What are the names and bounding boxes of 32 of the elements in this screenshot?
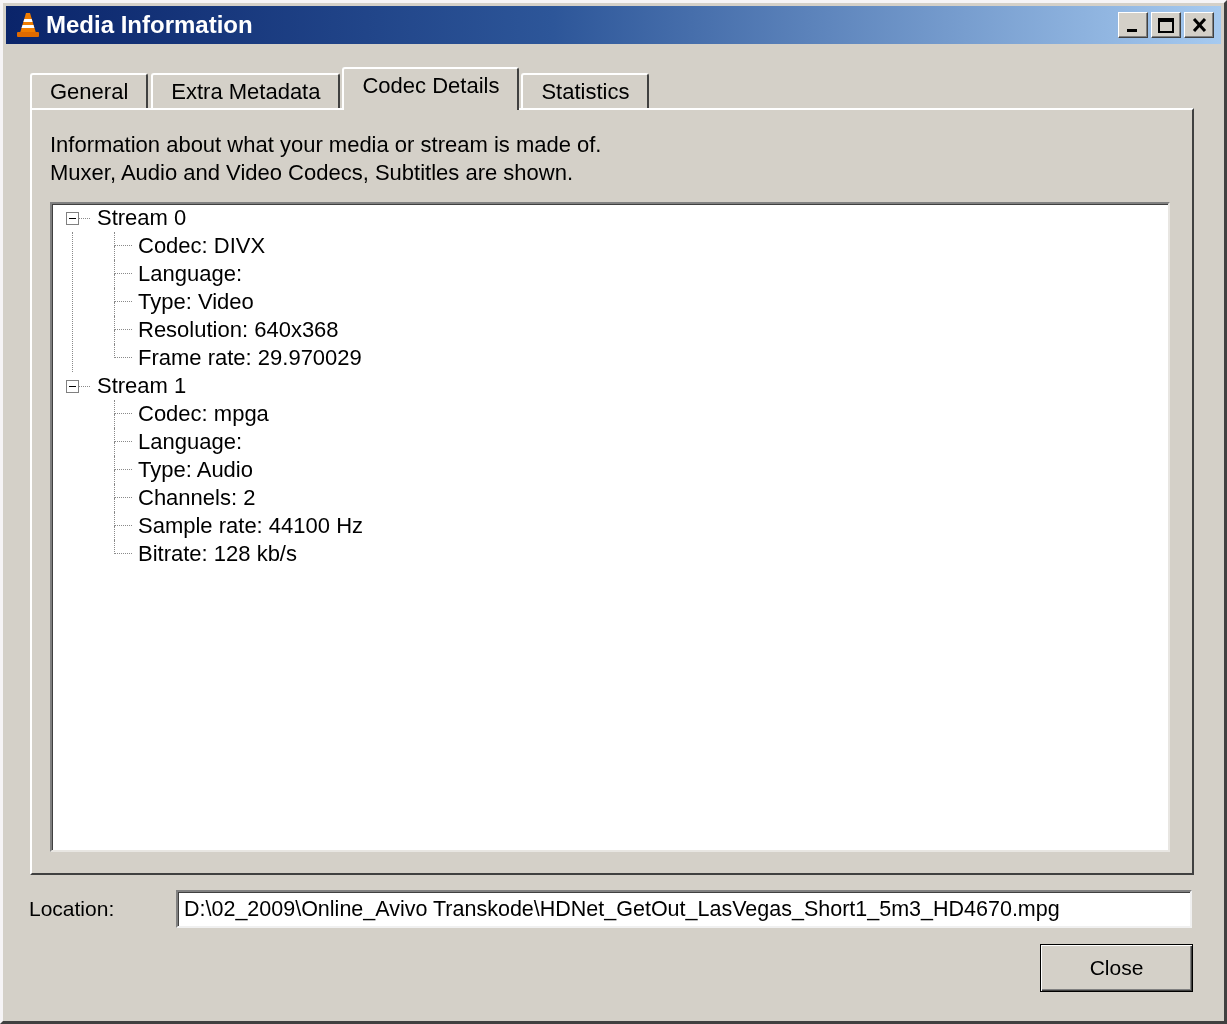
maximize-button[interactable] xyxy=(1151,12,1181,38)
tab[interactable]: Extra Metadata xyxy=(151,73,341,108)
tab[interactable]: Statistics xyxy=(521,73,650,108)
tree-item[interactable]: Resolution: 640x368 xyxy=(138,317,339,343)
window-title: Media Information xyxy=(46,11,253,39)
tree-item[interactable]: Bitrate: 128 kb/s xyxy=(138,541,297,567)
window-close-button[interactable] xyxy=(1184,12,1214,38)
location-label: Location: xyxy=(29,897,116,921)
tree-item[interactable]: Language: xyxy=(138,261,242,287)
minimize-icon xyxy=(1126,29,1137,32)
tree-item[interactable]: Channels: 2 xyxy=(138,485,256,511)
minimize-button[interactable] xyxy=(1118,12,1148,38)
tree-item[interactable]: Frame rate: 29.970029 xyxy=(138,345,362,371)
tree-item[interactable]: Language: xyxy=(138,429,242,455)
description-text: Muxer, Audio and Video Codecs, Subtitles are shown. xyxy=(50,159,574,187)
tree-item[interactable]: Type: Video xyxy=(138,289,254,315)
tree-node[interactable]: Stream 0 xyxy=(97,205,187,231)
description-text: Information about what your media or stream is made of. xyxy=(50,131,602,159)
tree-item[interactable]: Codec: DIVX xyxy=(138,233,266,259)
close-icon xyxy=(1191,18,1207,32)
tree-item[interactable]: Sample rate: 44100 Hz xyxy=(138,513,364,539)
tab[interactable]: Codec Details xyxy=(342,67,520,110)
location-field[interactable]: D:\02_2009\Online_Avivo Transkode\HDNet_GetOut_LasVegas_Short1_5m3_HD4670.mpg xyxy=(176,890,1192,928)
maximize-icon xyxy=(1158,17,1174,33)
tree-item[interactable]: Codec: mpga xyxy=(138,401,269,427)
minus-icon[interactable] xyxy=(66,379,79,393)
minus-icon[interactable] xyxy=(66,211,79,225)
tab[interactable]: General xyxy=(30,73,149,108)
close-button[interactable]: Close xyxy=(1040,944,1193,992)
traffic-cone-icon xyxy=(16,12,40,38)
tree-node[interactable]: Stream 1 xyxy=(97,373,187,399)
tree-item[interactable]: Type: Audio xyxy=(138,457,253,483)
